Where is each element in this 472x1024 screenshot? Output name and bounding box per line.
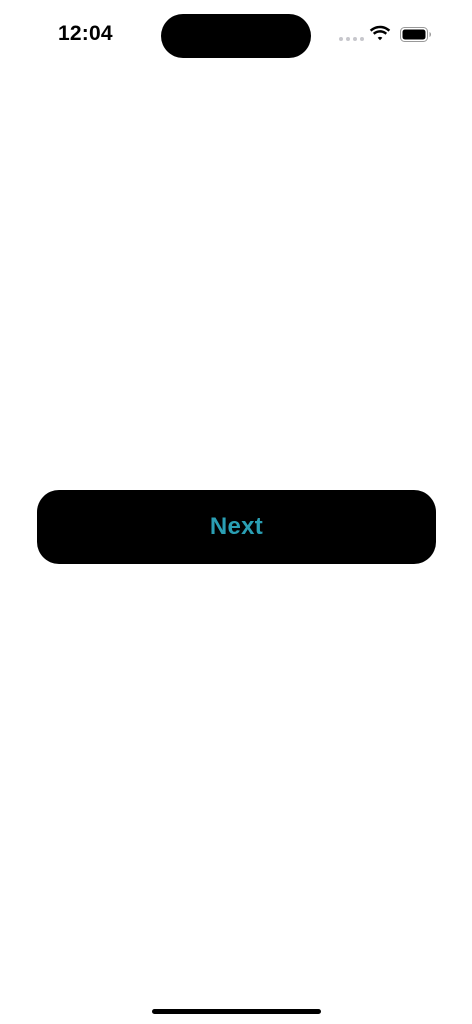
wifi-icon [369, 25, 391, 41]
battery-icon [400, 27, 431, 42]
next-button[interactable]: Next [37, 490, 436, 564]
dynamic-island [161, 14, 311, 58]
next-button-label: Next [209, 513, 264, 540]
signal-dots-icon [339, 37, 364, 41]
status-time: 12:04 [58, 22, 113, 45]
status-bar: 12:04 [0, 0, 472, 72]
home-indicator[interactable] [152, 1009, 321, 1014]
